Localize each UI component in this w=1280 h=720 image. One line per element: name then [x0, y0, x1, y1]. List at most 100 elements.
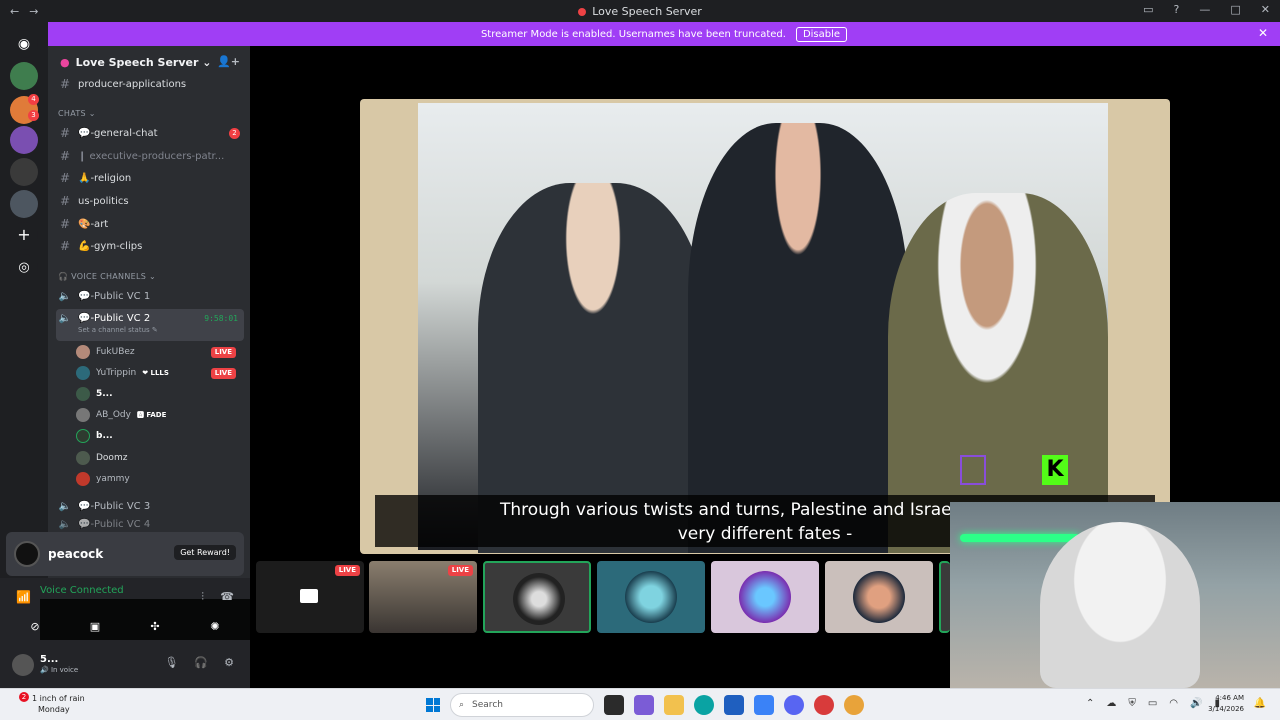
- clock[interactable]: 4:46 AM 3/14/2026: [1208, 693, 1244, 715]
- channel-executive-producers[interactable]: # ❙ executive-producers-patr...: [56, 146, 244, 166]
- volume-icon[interactable]: 🔊: [1190, 698, 1202, 709]
- task-view-icon[interactable]: [604, 695, 624, 715]
- twitch-icon: [960, 455, 986, 485]
- network-icon[interactable]: ☁: [1106, 698, 1116, 709]
- headphones-icon[interactable]: 🎧: [194, 656, 208, 669]
- chrome-icon[interactable]: [844, 695, 864, 715]
- time: 4:46 AM: [1215, 694, 1244, 702]
- server-icon-5[interactable]: [10, 190, 38, 218]
- notification-bell-icon[interactable]: 🔔: [1254, 698, 1266, 709]
- channel-label: 💬-general-chat: [78, 127, 158, 139]
- participant-tile[interactable]: LIVE: [369, 561, 477, 633]
- peacock-logo-icon: [14, 541, 40, 567]
- channel-producer-applications[interactable]: # producer-applications: [56, 74, 244, 94]
- disconnect-icon[interactable]: ☎: [220, 590, 234, 603]
- avatar[interactable]: [12, 654, 34, 676]
- participant-tile[interactable]: [825, 561, 933, 633]
- hash-icon: #: [59, 126, 71, 140]
- start-button[interactable]: [426, 698, 440, 712]
- user-panel: 5... 🔊 In voice 🎙 🎧 ⚙: [0, 640, 250, 688]
- channel-status[interactable]: Set a channel status ✎: [78, 326, 158, 334]
- participant-tile[interactable]: [711, 561, 819, 633]
- help-icon[interactable]: ?: [1174, 3, 1180, 16]
- microphone-icon[interactable]: 🎙: [164, 656, 178, 669]
- voice-user[interactable]: AB_Ody 🅰 FADE: [76, 405, 240, 425]
- participant-tile[interactable]: [597, 561, 705, 633]
- server-icon-4[interactable]: [10, 158, 38, 186]
- participant-tile[interactable]: LIVE: [256, 561, 364, 633]
- shield-icon[interactable]: ⛨: [1128, 698, 1136, 709]
- participant-tile[interactable]: [939, 561, 950, 633]
- disable-streamer-mode-button[interactable]: Disable: [795, 26, 848, 42]
- close-window-button[interactable]: ✕: [1261, 3, 1270, 16]
- close-icon[interactable]: ✕: [1258, 26, 1268, 40]
- noise-suppression-icon[interactable]: ⫶: [201, 590, 204, 604]
- category-chats[interactable]: CHATS ⌄: [58, 109, 96, 118]
- window-controls: ▭ ? — □ ✕: [1143, 3, 1270, 16]
- voice-channel-public-vc-3[interactable]: 🔈 💬-Public VC 3: [56, 496, 244, 516]
- voice-channel-public-vc-4[interactable]: 🔈 💬-Public VC 4: [56, 518, 244, 530]
- add-member-icon[interactable]: 👤+: [217, 55, 240, 68]
- hash-icon: #: [59, 239, 71, 253]
- speaker-icon: 🔈: [58, 290, 72, 302]
- voice-user[interactable]: Doomz: [76, 448, 240, 468]
- display-icon[interactable]: ▭: [1148, 698, 1157, 709]
- category-voice-channels[interactable]: 🎧 VOICE CHANNELS ⌄: [58, 272, 156, 281]
- wifi-icon[interactable]: ◠: [1169, 698, 1178, 709]
- voice-channel-public-vc-1[interactable]: 🔈 💬-Public VC 1: [56, 286, 244, 306]
- copilot-icon[interactable]: [634, 695, 654, 715]
- date: 3/14/2026: [1208, 705, 1244, 713]
- voice-channel-public-vc-2[interactable]: 🔈 💬-Public VC 2 9:58:01 Set a channel st…: [56, 309, 244, 341]
- activities-icon[interactable]: ✣: [130, 616, 180, 636]
- discover-icon[interactable]: ◎: [10, 254, 38, 282]
- discord-taskbar-icon[interactable]: [784, 695, 804, 715]
- file-explorer-icon[interactable]: [664, 695, 684, 715]
- nav-arrows: ← →: [10, 5, 38, 18]
- minimize-button[interactable]: —: [1199, 3, 1210, 16]
- voice-user[interactable]: yammy: [76, 469, 240, 489]
- voice-connected-title: Voice Connected: [40, 585, 124, 596]
- participant-tile[interactable]: [483, 561, 591, 633]
- banner-text: Streamer Mode is enabled. Usernames have…: [480, 28, 786, 40]
- voice-user[interactable]: 5...: [76, 384, 240, 404]
- store-icon[interactable]: [724, 695, 744, 715]
- signal-icon[interactable]: 📶: [16, 590, 31, 604]
- user-name: b...: [96, 431, 113, 441]
- soundboard-icon[interactable]: ✺: [190, 616, 240, 636]
- forward-arrow-icon[interactable]: →: [29, 5, 38, 18]
- server-icon-3[interactable]: [10, 126, 38, 154]
- camera-off-icon[interactable]: ⊘: [10, 616, 60, 636]
- app-icon[interactable]: [754, 695, 774, 715]
- channel-religion[interactable]: # 🙏-religion: [56, 168, 244, 188]
- maximize-button[interactable]: □: [1230, 3, 1240, 16]
- discord-home-icon[interactable]: ◉: [10, 30, 38, 58]
- screen-share-icon[interactable]: ▣: [70, 616, 120, 636]
- channel-us-politics[interactable]: # us-politics: [56, 191, 244, 211]
- person-center: [688, 123, 908, 553]
- taskbar-apps: [604, 695, 864, 715]
- title-bar: ← → Love Speech Server ▭ ? — □ ✕: [0, 0, 1280, 22]
- get-reward-button[interactable]: Get Reward!: [174, 545, 236, 560]
- taskbar-search[interactable]: ⌕ Search: [450, 693, 594, 717]
- avatar: [513, 573, 565, 625]
- add-server-icon[interactable]: +: [10, 222, 38, 250]
- settings-gear-icon[interactable]: ⚙: [224, 656, 234, 669]
- channel-art[interactable]: # 🎨-art: [56, 214, 244, 234]
- server-icon-1[interactable]: [10, 62, 38, 90]
- voice-user[interactable]: FukUBez LIVE: [76, 342, 240, 362]
- channel-gym-clips[interactable]: # 💪-gym-clips: [56, 236, 244, 256]
- voice-user[interactable]: YuTrippin ❤ LLLS LIVE: [76, 363, 240, 383]
- edge-icon[interactable]: [694, 695, 714, 715]
- back-arrow-icon[interactable]: ←: [10, 5, 19, 18]
- channel-general-chat[interactable]: # 💬-general-chat 2: [56, 123, 244, 143]
- voice-user[interactable]: b...: [76, 426, 240, 446]
- weather-widget[interactable]: 2 1 inch of rain Monday: [14, 692, 85, 715]
- live-badge: LIVE: [210, 367, 236, 379]
- chevron-up-icon[interactable]: ⌃: [1086, 698, 1094, 709]
- user-name: Doomz: [96, 453, 128, 463]
- screen-icon: [300, 589, 318, 603]
- inbox-icon[interactable]: ▭: [1143, 3, 1153, 16]
- voice-channel-label: 💬-Public VC 3: [78, 500, 151, 512]
- app-icon-2[interactable]: [814, 695, 834, 715]
- stream-video[interactable]: K Through various twists and turns, Pale…: [360, 99, 1170, 554]
